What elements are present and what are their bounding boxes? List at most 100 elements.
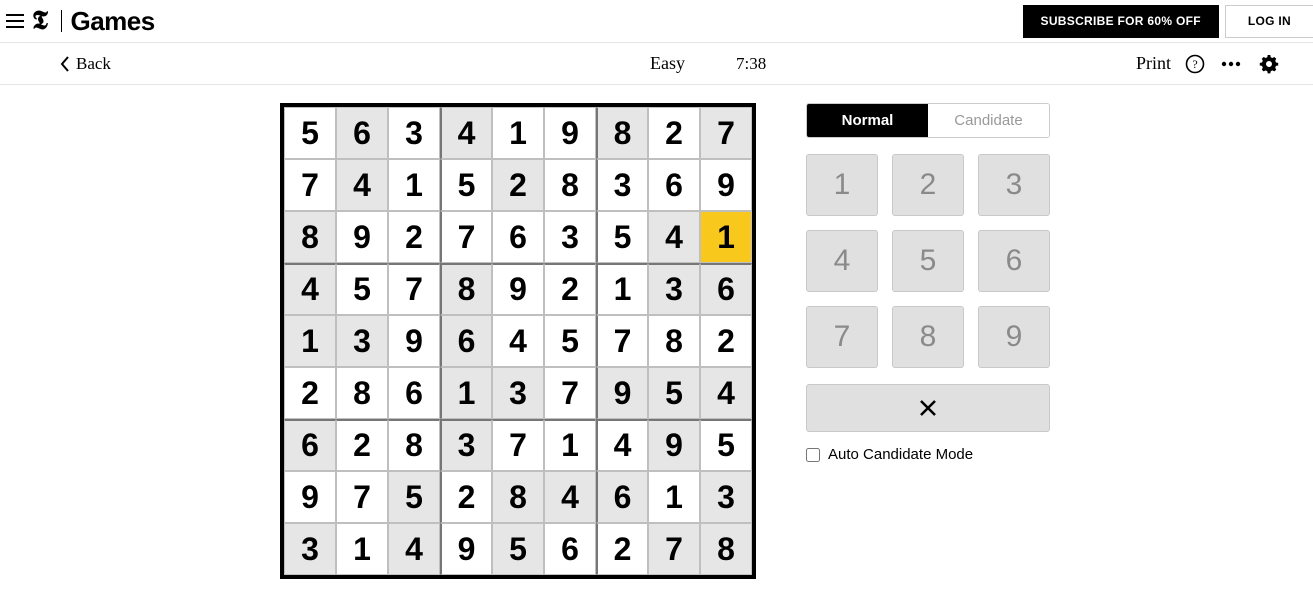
more-icon[interactable] xyxy=(1221,61,1241,67)
sudoku-cell[interactable]: 7 xyxy=(336,471,388,523)
sudoku-cell[interactable]: 8 xyxy=(336,367,388,419)
sudoku-cell[interactable]: 2 xyxy=(596,523,648,575)
sudoku-cell[interactable]: 3 xyxy=(284,523,336,575)
keypad-2[interactable]: 2 xyxy=(892,154,964,216)
sudoku-cell[interactable]: 9 xyxy=(284,471,336,523)
sudoku-cell[interactable]: 5 xyxy=(648,367,700,419)
sudoku-cell[interactable]: 5 xyxy=(284,107,336,159)
sudoku-cell[interactable]: 7 xyxy=(596,315,648,367)
keypad-4[interactable]: 4 xyxy=(806,230,878,292)
sudoku-cell[interactable]: 1 xyxy=(440,367,492,419)
sudoku-cell[interactable]: 7 xyxy=(648,523,700,575)
auto-candidate-checkbox[interactable] xyxy=(806,448,820,462)
brand-logo[interactable]: 𝕿 Games xyxy=(32,6,155,37)
sudoku-cell[interactable]: 7 xyxy=(284,159,336,211)
sudoku-cell[interactable]: 1 xyxy=(388,159,440,211)
sudoku-cell[interactable]: 5 xyxy=(440,159,492,211)
menu-icon[interactable] xyxy=(0,0,30,43)
sudoku-cell[interactable]: 2 xyxy=(544,263,596,315)
sudoku-cell[interactable]: 4 xyxy=(648,211,700,263)
sudoku-cell[interactable]: 3 xyxy=(596,159,648,211)
login-button[interactable]: LOG IN xyxy=(1225,5,1313,38)
keypad-6[interactable]: 6 xyxy=(978,230,1050,292)
sudoku-cell[interactable]: 2 xyxy=(700,315,752,367)
sudoku-cell[interactable]: 6 xyxy=(388,367,440,419)
sudoku-cell[interactable]: 4 xyxy=(544,471,596,523)
subscribe-button[interactable]: SUBSCRIBE FOR 60% OFF xyxy=(1023,5,1219,38)
sudoku-cell[interactable]: 4 xyxy=(336,159,388,211)
sudoku-cell[interactable]: 4 xyxy=(388,523,440,575)
sudoku-cell[interactable]: 3 xyxy=(544,211,596,263)
sudoku-cell[interactable]: 1 xyxy=(700,211,752,263)
sudoku-cell[interactable]: 5 xyxy=(388,471,440,523)
sudoku-cell[interactable]: 7 xyxy=(492,419,544,471)
sudoku-cell[interactable]: 1 xyxy=(492,107,544,159)
sudoku-cell[interactable]: 5 xyxy=(700,419,752,471)
sudoku-cell[interactable]: 7 xyxy=(440,211,492,263)
sudoku-cell[interactable]: 1 xyxy=(544,419,596,471)
sudoku-cell[interactable]: 9 xyxy=(700,159,752,211)
sudoku-cell[interactable]: 6 xyxy=(492,211,544,263)
sudoku-cell[interactable]: 8 xyxy=(284,211,336,263)
sudoku-cell[interactable]: 4 xyxy=(492,315,544,367)
sudoku-cell[interactable]: 5 xyxy=(596,211,648,263)
help-icon[interactable]: ? xyxy=(1185,54,1205,74)
sudoku-cell[interactable]: 6 xyxy=(648,159,700,211)
sudoku-cell[interactable]: 4 xyxy=(700,367,752,419)
sudoku-cell[interactable]: 1 xyxy=(596,263,648,315)
sudoku-cell[interactable]: 1 xyxy=(284,315,336,367)
settings-icon[interactable] xyxy=(1259,54,1279,74)
sudoku-cell[interactable]: 3 xyxy=(388,107,440,159)
sudoku-cell[interactable]: 8 xyxy=(700,523,752,575)
sudoku-cell[interactable]: 2 xyxy=(492,159,544,211)
sudoku-cell[interactable]: 7 xyxy=(388,263,440,315)
sudoku-cell[interactable]: 5 xyxy=(544,315,596,367)
sudoku-cell[interactable]: 1 xyxy=(648,471,700,523)
sudoku-cell[interactable]: 8 xyxy=(492,471,544,523)
sudoku-cell[interactable]: 3 xyxy=(440,419,492,471)
sudoku-cell[interactable]: 9 xyxy=(336,211,388,263)
sudoku-cell[interactable]: 8 xyxy=(544,159,596,211)
sudoku-cell[interactable]: 3 xyxy=(336,315,388,367)
mode-candidate[interactable]: Candidate xyxy=(928,104,1049,137)
sudoku-cell[interactable]: 2 xyxy=(388,211,440,263)
sudoku-cell[interactable]: 7 xyxy=(700,107,752,159)
sudoku-cell[interactable]: 8 xyxy=(596,107,648,159)
sudoku-cell[interactable]: 7 xyxy=(544,367,596,419)
keypad-1[interactable]: 1 xyxy=(806,154,878,216)
sudoku-cell[interactable]: 8 xyxy=(440,263,492,315)
erase-button[interactable] xyxy=(806,384,1050,432)
sudoku-cell[interactable]: 3 xyxy=(492,367,544,419)
sudoku-cell[interactable]: 2 xyxy=(336,419,388,471)
sudoku-cell[interactable]: 9 xyxy=(440,523,492,575)
keypad-8[interactable]: 8 xyxy=(892,306,964,368)
sudoku-cell[interactable]: 6 xyxy=(336,107,388,159)
keypad-5[interactable]: 5 xyxy=(892,230,964,292)
sudoku-cell[interactable]: 5 xyxy=(336,263,388,315)
sudoku-cell[interactable]: 6 xyxy=(700,263,752,315)
sudoku-cell[interactable]: 2 xyxy=(284,367,336,419)
sudoku-cell[interactable]: 4 xyxy=(284,263,336,315)
sudoku-cell[interactable]: 9 xyxy=(596,367,648,419)
back-button[interactable]: Back xyxy=(60,54,111,74)
sudoku-cell[interactable]: 6 xyxy=(544,523,596,575)
sudoku-cell[interactable]: 6 xyxy=(596,471,648,523)
sudoku-cell[interactable]: 4 xyxy=(596,419,648,471)
sudoku-cell[interactable]: 9 xyxy=(388,315,440,367)
sudoku-cell[interactable]: 9 xyxy=(492,263,544,315)
sudoku-cell[interactable]: 2 xyxy=(440,471,492,523)
sudoku-cell[interactable]: 8 xyxy=(648,315,700,367)
sudoku-cell[interactable]: 5 xyxy=(492,523,544,575)
sudoku-cell[interactable]: 6 xyxy=(284,419,336,471)
sudoku-cell[interactable]: 3 xyxy=(700,471,752,523)
sudoku-cell[interactable]: 2 xyxy=(648,107,700,159)
auto-candidate-toggle[interactable]: Auto Candidate Mode xyxy=(806,446,1050,463)
sudoku-cell[interactable]: 1 xyxy=(336,523,388,575)
keypad-7[interactable]: 7 xyxy=(806,306,878,368)
sudoku-cell[interactable]: 8 xyxy=(388,419,440,471)
mode-normal[interactable]: Normal xyxy=(807,104,928,137)
sudoku-cell[interactable]: 9 xyxy=(648,419,700,471)
sudoku-cell[interactable]: 4 xyxy=(440,107,492,159)
sudoku-cell[interactable]: 3 xyxy=(648,263,700,315)
print-button[interactable]: Print xyxy=(1136,53,1171,74)
